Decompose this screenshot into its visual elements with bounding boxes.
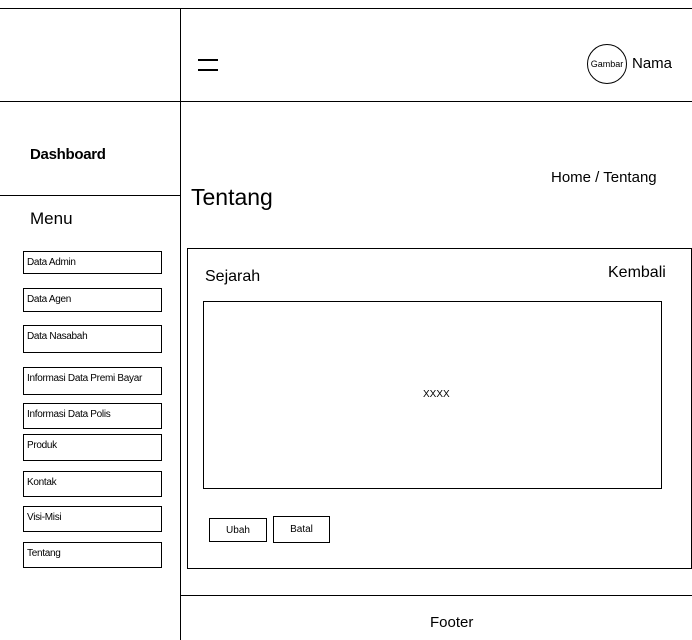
sidebar-item-kontak[interactable]: Kontak bbox=[23, 471, 162, 497]
sidebar-item-data-admin[interactable]: Data Admin bbox=[23, 251, 162, 274]
sidebar-item-label: Data Agen bbox=[27, 294, 72, 305]
header-bottom-border bbox=[0, 101, 692, 102]
edit-button[interactable]: Ubah bbox=[209, 518, 267, 542]
sidebar-item-data-nasabah[interactable]: Data Nasabah bbox=[23, 325, 162, 353]
top-border bbox=[0, 8, 692, 9]
sidebar-item-produk[interactable]: Produk bbox=[23, 434, 162, 461]
edit-button-label: Ubah bbox=[226, 524, 250, 536]
sidebar-item-tentang[interactable]: Tentang bbox=[23, 542, 162, 568]
avatar[interactable]: Gambar bbox=[587, 44, 627, 84]
user-name[interactable]: Nama bbox=[632, 55, 672, 72]
footer-top-border bbox=[180, 595, 692, 596]
brand-bottom-border bbox=[0, 195, 180, 196]
back-link[interactable]: Kembali bbox=[608, 264, 666, 282]
sidebar-item-label: Produk bbox=[27, 440, 57, 451]
hamburger-menu-icon[interactable] bbox=[198, 59, 218, 71]
sidebar-item-data-agen[interactable]: Data Agen bbox=[23, 288, 162, 312]
sidebar-item-informasi-data-premi-bayar[interactable]: Informasi Data Premi Bayar bbox=[23, 367, 162, 395]
menu-title: Menu bbox=[30, 209, 73, 228]
sidebar-item-label: Data Nasabah bbox=[27, 331, 88, 342]
sidebar-item-label: Kontak bbox=[27, 477, 57, 488]
sidebar-item-label: Informasi Data Polis bbox=[27, 409, 111, 420]
section-title: Sejarah bbox=[205, 268, 261, 285]
avatar-label: Gambar bbox=[590, 59, 624, 69]
sidebar-item-label: Tentang bbox=[27, 548, 61, 559]
cancel-button-label: Batal bbox=[290, 524, 313, 535]
content-text: XXXX bbox=[423, 389, 450, 400]
sidebar-item-label: Data Admin bbox=[27, 257, 76, 268]
sidebar-item-visi-misi[interactable]: Visi-Misi bbox=[23, 506, 162, 532]
breadcrumb[interactable]: Home / Tentang bbox=[551, 169, 657, 186]
footer-text: Footer bbox=[430, 614, 474, 631]
sidebar-item-label: Informasi Data Premi Bayar bbox=[27, 373, 143, 384]
cancel-button[interactable]: Batal bbox=[273, 516, 330, 543]
page-title: Tentang bbox=[191, 184, 273, 210]
sidebar-divider bbox=[180, 8, 181, 640]
sidebar-item-label: Visi-Misi bbox=[27, 512, 62, 523]
sidebar-item-informasi-data-polis[interactable]: Informasi Data Polis bbox=[23, 403, 162, 429]
sidebar-brand[interactable]: Dashboard bbox=[30, 146, 106, 163]
